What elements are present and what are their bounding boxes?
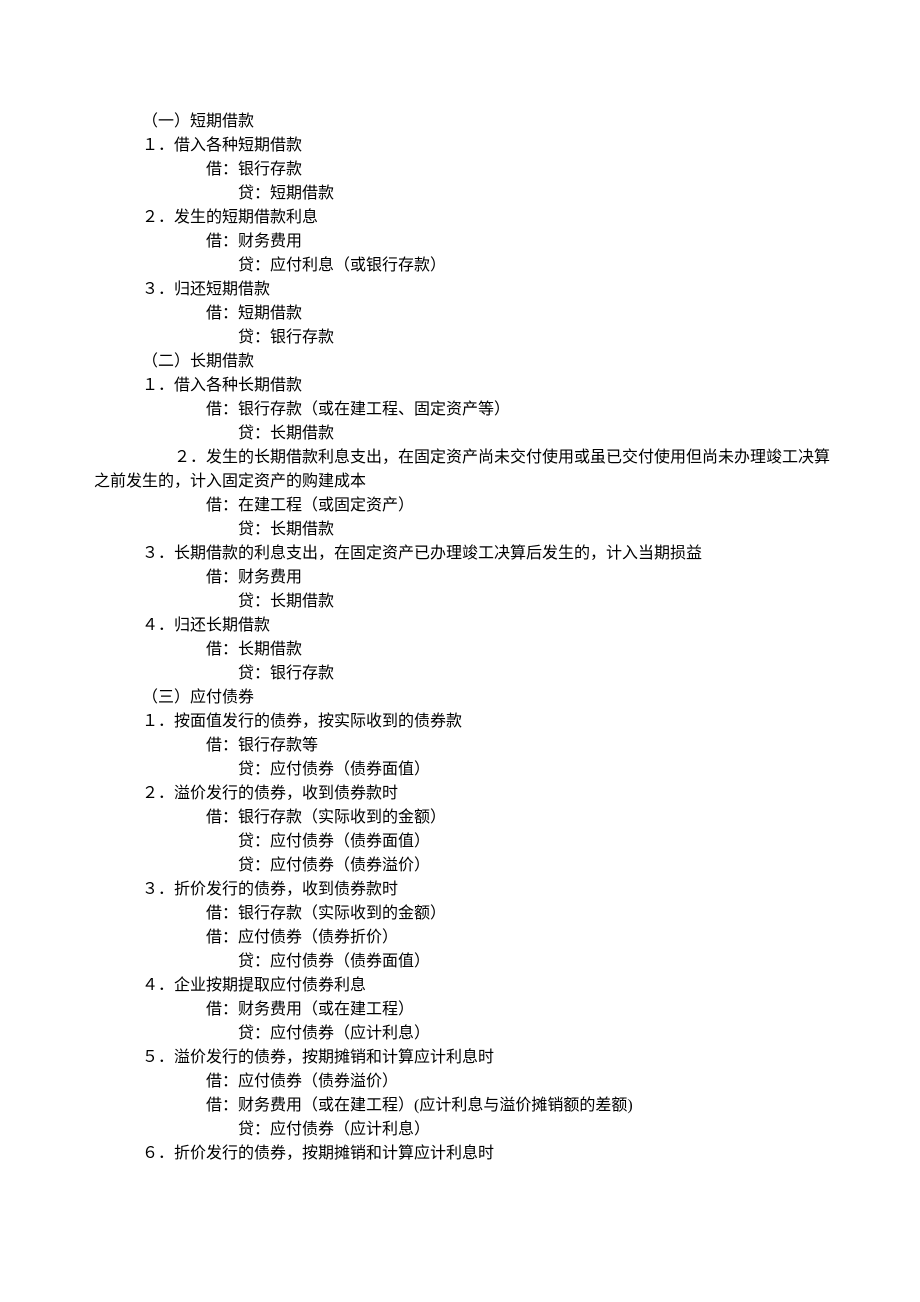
journal-credit: 贷：应付债券（债券溢价） <box>0 854 920 878</box>
journal-credit: 贷：短期借款 <box>0 182 920 206</box>
journal-debit: 借：银行存款等 <box>0 734 920 758</box>
journal-credit: 贷：应付债券（债券面值） <box>0 758 920 782</box>
journal-credit: 贷：长期借款 <box>0 518 920 542</box>
item-title: ３．折价发行的债券，收到债券款时 <box>0 878 920 902</box>
journal-credit: 贷：长期借款 <box>0 422 920 446</box>
document-page: （一）短期借款 １．借入各种短期借款 借：银行存款 贷：短期借款 ２．发生的短期… <box>0 0 920 1302</box>
journal-debit: 借：应付债券（债券折价） <box>0 926 920 950</box>
journal-debit: 借：短期借款 <box>0 302 920 326</box>
journal-debit: 借：银行存款（实际收到的金额） <box>0 902 920 926</box>
item-title: ５．溢价发行的债券，按期摊销和计算应计利息时 <box>0 1046 920 1070</box>
item-title: ２．发生的短期借款利息 <box>0 206 920 230</box>
journal-credit: 贷：应付债券（债券面值） <box>0 830 920 854</box>
item-title: １．按面值发行的债券，按实际收到的债券款 <box>0 710 920 734</box>
journal-debit: 借：财务费用（或在建工程）(应计利息与溢价摊销额的差额) <box>0 1094 920 1118</box>
journal-credit: 贷：应付债券（应计利息） <box>0 1022 920 1046</box>
item-title-line1: ２．发生的长期借款利息支出，在固定资产尚未交付使用或虽已交付使用但尚未办理竣工决… <box>0 446 920 470</box>
journal-debit: 借：银行存款 <box>0 158 920 182</box>
section-heading-3: （三）应付债券 <box>0 686 920 710</box>
journal-credit: 贷：应付债券（应计利息） <box>0 1118 920 1142</box>
journal-debit: 借：银行存款（或在建工程、固定资产等） <box>0 398 920 422</box>
journal-debit: 借：财务费用 <box>0 566 920 590</box>
journal-debit: 借：银行存款（实际收到的金额） <box>0 806 920 830</box>
item-title: １．借入各种短期借款 <box>0 134 920 158</box>
item-title: ４．企业按期提取应付债券利息 <box>0 974 920 998</box>
section-heading-2: （二）长期借款 <box>0 350 920 374</box>
item-title: ４．归还长期借款 <box>0 614 920 638</box>
journal-credit: 贷：应付利息（或银行存款） <box>0 254 920 278</box>
journal-credit: 贷：应付债券（债券面值） <box>0 950 920 974</box>
journal-debit: 借：财务费用（或在建工程） <box>0 998 920 1022</box>
journal-credit: 贷：长期借款 <box>0 590 920 614</box>
journal-debit: 借：长期借款 <box>0 638 920 662</box>
item-title: ３．长期借款的利息支出，在固定资产已办理竣工决算后发生的，计入当期损益 <box>0 542 920 566</box>
item-title: ２．溢价发行的债券，收到债券款时 <box>0 782 920 806</box>
journal-credit: 贷：银行存款 <box>0 662 920 686</box>
journal-debit: 借：应付债券（债券溢价） <box>0 1070 920 1094</box>
item-title-line2: 之前发生的，计入固定资产的购建成本 <box>0 470 920 494</box>
section-heading-1: （一）短期借款 <box>0 110 920 134</box>
item-title: ３．归还短期借款 <box>0 278 920 302</box>
journal-debit: 借：在建工程（或固定资产） <box>0 494 920 518</box>
item-title: ６．折价发行的债券，按期摊销和计算应计利息时 <box>0 1142 920 1166</box>
item-title: １．借入各种长期借款 <box>0 374 920 398</box>
journal-credit: 贷：银行存款 <box>0 326 920 350</box>
journal-debit: 借：财务费用 <box>0 230 920 254</box>
